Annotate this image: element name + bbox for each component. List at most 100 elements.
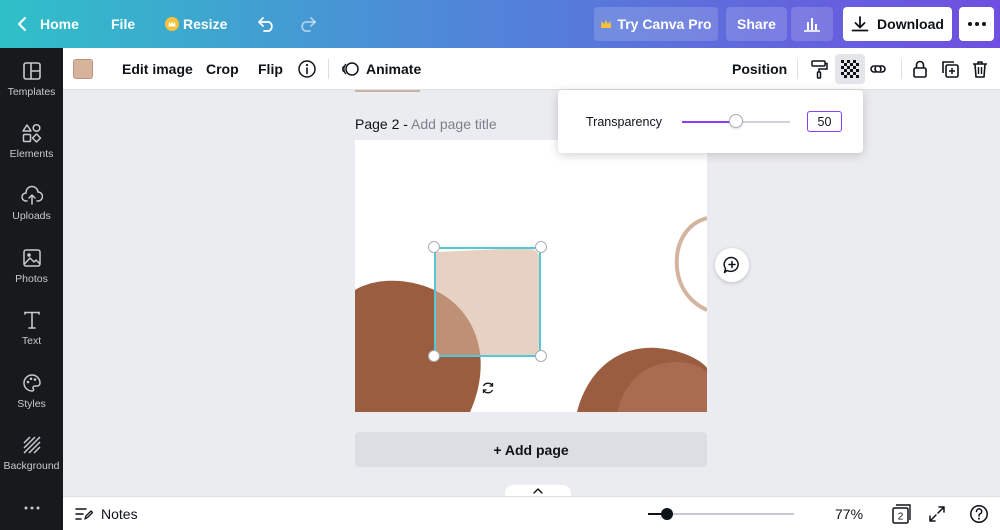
transparency-slider-fill bbox=[682, 121, 736, 123]
trash-icon bbox=[973, 61, 987, 78]
notes-label: Notes bbox=[101, 506, 138, 522]
undo-button[interactable] bbox=[256, 0, 276, 48]
resize-label: Resize bbox=[183, 16, 228, 32]
left-sidebar: Templates Elements Uploads Photos Text S… bbox=[0, 48, 63, 530]
toolbar-divider bbox=[328, 59, 329, 79]
download-icon bbox=[851, 16, 869, 32]
notes-button[interactable]: Notes bbox=[75, 497, 138, 530]
sidebar-item-background[interactable]: Background bbox=[0, 422, 63, 484]
crop-label: Crop bbox=[206, 61, 239, 77]
sidebar-more[interactable] bbox=[0, 484, 63, 530]
sidebar-item-styles[interactable]: Styles bbox=[0, 360, 63, 422]
download-button[interactable]: Download bbox=[843, 7, 952, 41]
help-icon bbox=[970, 505, 988, 523]
resize-handle-top-left[interactable] bbox=[428, 241, 440, 253]
page-count-label: 2 bbox=[898, 512, 904, 523]
insights-button[interactable] bbox=[791, 7, 833, 41]
transparency-button[interactable] bbox=[835, 54, 865, 84]
fullscreen-icon bbox=[929, 506, 945, 522]
link-button[interactable] bbox=[866, 57, 890, 81]
page-number-label: Page 2 - bbox=[355, 116, 412, 132]
elements-icon bbox=[21, 123, 41, 143]
sidebar-item-label: Background bbox=[3, 459, 60, 472]
edit-image-button[interactable]: Edit image bbox=[122, 48, 193, 90]
transparency-popup: Transparency bbox=[558, 90, 863, 153]
more-icon bbox=[24, 506, 39, 509]
photos-icon bbox=[22, 248, 41, 267]
resize-handle-top-right[interactable] bbox=[535, 241, 547, 253]
duplicate-icon bbox=[942, 61, 959, 78]
sidebar-item-label: Uploads bbox=[12, 209, 51, 222]
help-button[interactable] bbox=[969, 497, 989, 530]
bottom-bar: Notes 77% 2 bbox=[63, 496, 1000, 530]
copy-style-button[interactable] bbox=[807, 57, 831, 81]
duplicate-button[interactable] bbox=[938, 57, 962, 81]
bar-chart-icon bbox=[804, 18, 820, 32]
background-icon bbox=[22, 435, 41, 454]
toolbar-divider bbox=[797, 59, 798, 79]
more-icon bbox=[967, 22, 986, 26]
resize-handle-bottom-right[interactable] bbox=[535, 350, 547, 362]
transparency-label: Transparency bbox=[586, 115, 662, 129]
transparency-value-input[interactable] bbox=[807, 111, 842, 132]
comment-add-icon bbox=[723, 256, 739, 274]
templates-icon bbox=[22, 61, 41, 80]
add-page-button[interactable]: + Add page bbox=[355, 432, 707, 467]
lock-icon bbox=[913, 60, 927, 78]
fullscreen-button[interactable] bbox=[928, 497, 946, 530]
link-icon bbox=[870, 65, 886, 73]
zoom-slider-thumb[interactable] bbox=[660, 508, 673, 520]
page-overview-button[interactable]: 2 bbox=[891, 497, 913, 530]
sidebar-item-uploads[interactable]: Uploads bbox=[0, 172, 63, 234]
selection-box[interactable] bbox=[434, 247, 541, 357]
previous-page-edge bbox=[355, 90, 420, 92]
share-button[interactable]: Share bbox=[726, 7, 787, 41]
resize-handle-bottom-left[interactable] bbox=[428, 350, 440, 362]
sidebar-item-photos[interactable]: Photos bbox=[0, 235, 63, 297]
transparency-slider-thumb[interactable] bbox=[729, 114, 743, 128]
context-toolbar: Edit image Crop Flip Animate Position bbox=[63, 48, 1000, 90]
text-icon bbox=[23, 311, 40, 329]
notes-icon bbox=[75, 508, 93, 520]
lock-button[interactable] bbox=[908, 57, 932, 81]
try-canva-pro-button[interactable]: Try Canva Pro bbox=[594, 7, 718, 41]
redo-button[interactable] bbox=[298, 0, 318, 48]
add-page-label: + Add page bbox=[493, 441, 569, 458]
sidebar-item-label: Text bbox=[21, 334, 42, 347]
crown-icon bbox=[601, 20, 612, 28]
ring-arc-shape bbox=[674, 216, 707, 312]
resize-button[interactable]: Resize bbox=[165, 0, 227, 48]
home-label: Home bbox=[40, 16, 79, 32]
page-title-input[interactable]: Add page title bbox=[411, 116, 497, 132]
position-button[interactable]: Position bbox=[732, 48, 787, 90]
pages-icon: 2 bbox=[892, 504, 911, 524]
sidebar-item-label: Elements bbox=[9, 147, 54, 160]
sidebar-item-label: Styles bbox=[17, 397, 46, 410]
crop-button[interactable]: Crop bbox=[206, 48, 239, 90]
delete-button[interactable] bbox=[968, 57, 992, 81]
animate-label: Animate bbox=[366, 61, 422, 77]
animate-button[interactable]: Animate bbox=[340, 48, 421, 90]
sidebar-item-elements[interactable]: Elements bbox=[0, 110, 63, 172]
edit-image-label: Edit image bbox=[122, 61, 193, 77]
info-icon bbox=[298, 60, 316, 78]
zoom-level-button[interactable]: 77% bbox=[835, 497, 863, 530]
page-title: Page 2 - Add page title bbox=[355, 116, 497, 132]
sidebar-item-text[interactable]: Text bbox=[0, 297, 63, 359]
download-label: Download bbox=[877, 16, 944, 32]
sidebar-item-label: Photos bbox=[15, 272, 48, 285]
sidebar-item-templates[interactable]: Templates bbox=[0, 48, 63, 110]
add-comment-button[interactable] bbox=[715, 248, 749, 282]
animate-icon bbox=[342, 62, 359, 76]
sidebar-item-label: Templates bbox=[7, 85, 56, 98]
flip-button[interactable]: Flip bbox=[258, 48, 283, 90]
home-button[interactable]: Home bbox=[16, 0, 79, 48]
file-label: File bbox=[111, 16, 136, 32]
crown-icon bbox=[165, 17, 179, 31]
info-button[interactable] bbox=[295, 57, 319, 81]
file-menu[interactable]: File bbox=[111, 0, 135, 48]
rotate-handle[interactable] bbox=[479, 379, 497, 397]
color-swatch[interactable] bbox=[73, 59, 93, 79]
try-pro-label: Try Canva Pro bbox=[617, 16, 712, 32]
more-button[interactable] bbox=[959, 7, 994, 41]
